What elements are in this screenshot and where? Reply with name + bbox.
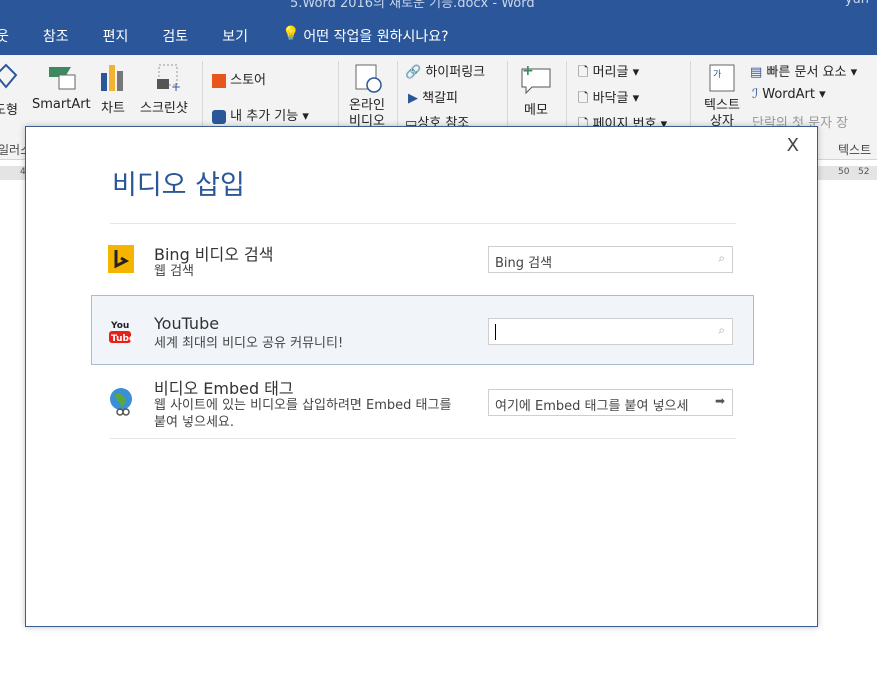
svg-text:+: + [522, 63, 534, 79]
bing-icon [108, 245, 134, 273]
tab-review[interactable]: 검토 [162, 26, 188, 46]
globe-icon [108, 387, 136, 421]
tab-mailings[interactable]: 편지 [103, 26, 129, 46]
lightbulb-icon: 💡 [281, 26, 300, 42]
tell-me-box[interactable]: 💡 어떤 작업을 원하시나요? [282, 26, 449, 46]
text-caret [495, 324, 496, 340]
group-label-text: 텍스트 [838, 143, 872, 157]
bookmark-button[interactable]: ▶ 책갈피 [408, 87, 458, 106]
store-button[interactable]: 스토어 [212, 69, 266, 88]
window-title: 5.Word 2016의 새로운 기능.docx - Word [290, 0, 535, 11]
tab-view[interactable]: 보기 [222, 26, 248, 46]
shapes-icon [0, 63, 18, 89]
quick-parts-icon: ▤ [750, 65, 763, 80]
comment-button[interactable]: + 메모 [518, 63, 554, 118]
page-icon: 🗋 [578, 65, 589, 80]
comment-icon: + [521, 63, 551, 95]
youtube-icon: You Tube [108, 318, 135, 346]
provider-youtube: You Tube YouTube 세계 최대의 비디오 공유 커뮤니티! ⌕ [91, 295, 754, 365]
svg-text:You: You [110, 321, 129, 331]
provider-embed: 비디오 Embed 태그 웹 사이트에 있는 비디오를 삽입하려면 Embed … [92, 369, 754, 439]
wordart-button[interactable]: ℐ WordArt ▾ [752, 87, 826, 102]
insert-video-dialog: X 비디오 삽입 Bing 비디오 검색 웹 검색 Bing 검색 ⌕ You Tu… [25, 126, 818, 627]
svg-text:Tube: Tube [111, 334, 134, 344]
provider-bing: Bing 비디오 검색 웹 검색 Bing 검색 ⌕ [92, 229, 754, 299]
screenshot-icon: + [156, 64, 181, 94]
embed-code-input[interactable]: 여기에 Embed 태그를 붙여 넣으세 ➡ [488, 389, 733, 416]
my-addins-button[interactable]: 내 추가 기능 ▾ [212, 105, 309, 124]
wordart-icon: ℐ [752, 87, 759, 102]
chart-icon [101, 65, 123, 91]
close-button[interactable]: X [787, 135, 799, 156]
search-icon[interactable]: ⌕ [718, 323, 725, 338]
link-icon: 🔗 [405, 65, 422, 80]
textbox-icon: 가 [709, 64, 735, 92]
tab-references[interactable]: 참조 [43, 26, 69, 46]
bookmark-icon: ▶ [408, 91, 418, 106]
smartart-icon [49, 67, 76, 90]
hyperlink-button[interactable]: 🔗 하이퍼링크 [405, 61, 485, 80]
arrow-right-icon[interactable]: ➡ [715, 394, 725, 408]
user-name: yun [845, 0, 869, 7]
svg-text:+: + [171, 80, 181, 93]
divider [110, 223, 736, 224]
header-button[interactable]: 🗋 머리글 ▾ [578, 61, 639, 85]
footer-button[interactable]: 🗋 바닥글 ▾ [578, 87, 639, 111]
divider [110, 438, 736, 439]
search-icon[interactable]: ⌕ [718, 251, 725, 266]
youtube-search-input[interactable]: ⌕ [488, 318, 733, 345]
chart-button[interactable]: 차트 [98, 63, 128, 116]
dialog-title: 비디오 삽입 [112, 170, 245, 201]
ribbon-tabs: 웃 참조 편지 검토 보기 💡 어떤 작업을 원하시나요? [0, 26, 449, 46]
store-icon [212, 73, 226, 88]
bing-search-input[interactable]: Bing 검색 ⌕ [488, 246, 733, 273]
online-video-icon [355, 64, 382, 93]
textbox-button[interactable]: 가 텍스트 상자 [700, 63, 744, 130]
title-bar: 5.Word 2016의 새로운 기능.docx - Word yun 웃 참조… [0, 0, 877, 55]
addins-icon [212, 109, 226, 124]
quick-parts-button[interactable]: ▤ 빠른 문서 요소 ▾ [750, 61, 857, 80]
online-video-button[interactable]: 온라인 비디오 [345, 63, 389, 130]
smartart-button[interactable]: SmartArt [32, 63, 91, 112]
page-icon: 🗋 [578, 91, 589, 106]
tab-design[interactable]: 웃 [0, 26, 9, 46]
shapes-button[interactable]: 도형 [0, 63, 20, 118]
screenshot-button[interactable]: + 스크린샷 [140, 63, 188, 116]
svg-text:가: 가 [713, 69, 721, 80]
